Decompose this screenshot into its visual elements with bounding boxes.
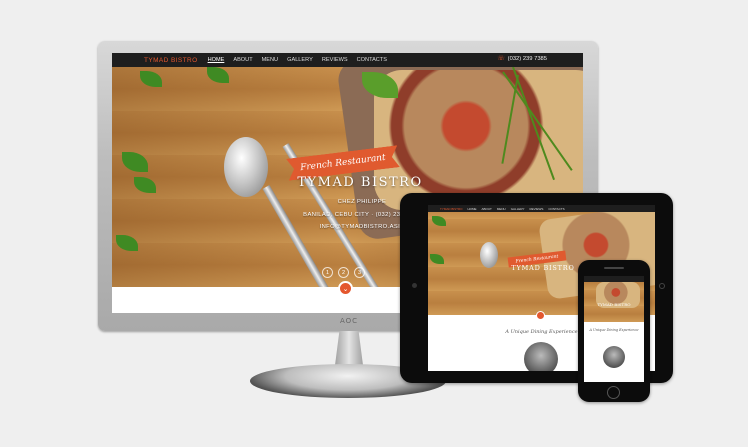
brand-logo[interactable]: TYMAD BISTRO (144, 57, 198, 64)
hero-title: TYMAD BISTRO (297, 175, 423, 190)
top-nav: TYMAD BISTRO HOME ABOUT MENU GALLERY REV… (112, 53, 583, 67)
nav-home[interactable]: HOME (208, 57, 225, 63)
tablet-scroll-button[interactable] (536, 311, 545, 320)
slide-dot-3[interactable]: 3 (354, 267, 365, 278)
phone-speaker (604, 267, 624, 269)
nav-gallery[interactable]: GALLERY (287, 57, 313, 63)
slide-dot-2[interactable]: 2 (338, 267, 349, 278)
phone-number[interactable]: ☏ (032) 239 7385 (497, 56, 547, 62)
ivy-leaf (430, 254, 444, 264)
phone-chef-avatar (603, 346, 625, 368)
tablet-nav-home[interactable]: HOME (468, 207, 477, 211)
ivy-leaf (432, 216, 446, 226)
phone-text: (032) 239 7385 (507, 56, 547, 62)
tablet-spoon-image (480, 242, 498, 268)
chevron-down-icon: ⌄ (342, 285, 349, 293)
spoon-image (224, 137, 268, 197)
nav-menu[interactable]: MENU (262, 57, 278, 63)
tablet-nav-menu[interactable]: MENU (497, 207, 506, 211)
tablet-nav-about[interactable]: ABOUT (482, 207, 492, 211)
monitor-logo: AOC (340, 317, 359, 325)
phone-icon: ☏ (497, 56, 505, 62)
scroll-down-button[interactable]: ⌄ (338, 281, 353, 296)
tablet-nav-reviews[interactable]: REVIEWS (530, 207, 544, 211)
tablet-camera (412, 283, 417, 288)
tablet-home-button[interactable] (659, 283, 665, 289)
slide-dot-1[interactable]: 1 (322, 267, 333, 278)
phone-screen: TYMAD BISTRO A Unique Dining Experience (584, 276, 644, 382)
phone-hero-title: TYMAD BISTRO (597, 302, 631, 307)
tablet-brand[interactable]: TYMAD BISTRO (440, 207, 463, 211)
nav-about[interactable]: ABOUT (233, 57, 252, 63)
nav-contacts[interactable]: CONTACTS (357, 57, 387, 63)
phone-tagline: A Unique Dining Experience (589, 328, 639, 332)
chef-avatar (524, 342, 558, 371)
phone-home-button[interactable] (607, 386, 620, 399)
tablet-nav-gallery[interactable]: GALLERY (511, 207, 525, 211)
slider-dots: 1 2 3 (322, 267, 365, 278)
tablet-hero-title: TYMAD BISTRO (511, 264, 575, 272)
nav-reviews[interactable]: REVIEWS (322, 57, 348, 63)
tablet-nav: TYMAD BISTRO HOME ABOUT MENU GALLERY REV… (428, 205, 655, 212)
tablet-nav-contacts[interactable]: CONTACTS (548, 207, 564, 211)
